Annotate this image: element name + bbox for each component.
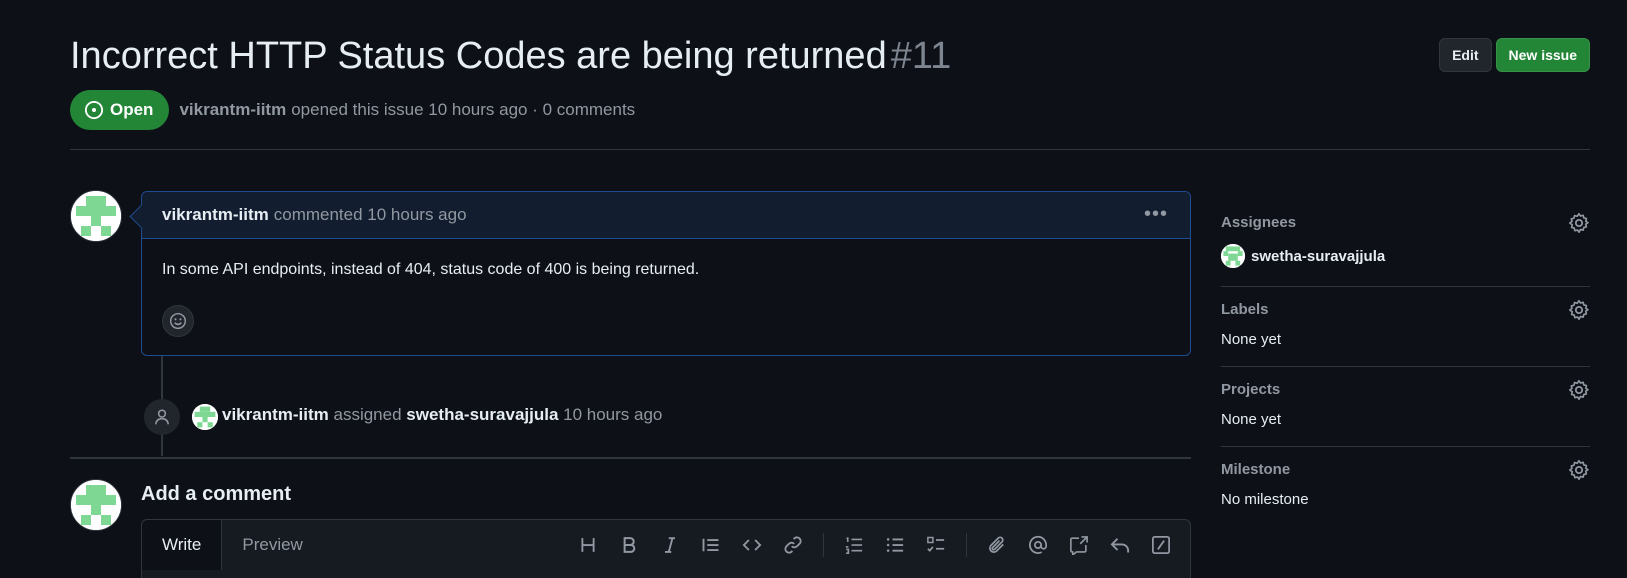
timeline-divider — [70, 457, 1191, 459]
comment-editor: Write Preview — [141, 519, 1191, 578]
numbered-list-icon[interactable] — [843, 534, 865, 556]
identicon-avatar-icon — [71, 480, 121, 530]
event-timestamp[interactable]: 10 hours ago — [563, 405, 662, 424]
identicon-avatar-icon — [192, 404, 218, 430]
link-icon[interactable] — [782, 534, 804, 556]
issue-open-icon — [84, 100, 104, 120]
toolbar-separator — [823, 533, 824, 557]
event-actor-link[interactable]: vikrantm-iitm — [222, 405, 329, 424]
toolbar-separator — [966, 533, 967, 557]
cross-reference-icon[interactable] — [1068, 534, 1090, 556]
assignee-avatar — [1221, 244, 1245, 268]
tab-write[interactable]: Write — [142, 520, 223, 570]
add-reaction-button[interactable] — [162, 305, 194, 337]
quote-icon[interactable] — [700, 534, 722, 556]
sidebar-projects-value: None yet — [1221, 411, 1282, 428]
gear-icon[interactable] — [1568, 299, 1590, 321]
issue-header: Incorrect HTTP Status Codes are being re… — [70, 28, 1590, 130]
sidebar-milestone-value: No milestone — [1221, 491, 1309, 508]
assignee-name[interactable]: swetha-suravajjula — [1251, 248, 1385, 265]
comment-timestamp[interactable]: commented 10 hours ago — [274, 205, 467, 225]
code-icon[interactable] — [741, 534, 763, 556]
reply-icon[interactable] — [1109, 534, 1131, 556]
current-user-avatar[interactable] — [70, 479, 122, 531]
identicon-avatar-icon — [1221, 244, 1245, 268]
gear-icon[interactable] — [1568, 212, 1590, 234]
sidebar-assignees: Assignees swetha-suravajjula — [1221, 200, 1590, 287]
issue-number: #11 — [890, 35, 952, 77]
issue-title: Incorrect HTTP Status Codes are being re… — [70, 28, 951, 84]
tab-preview[interactable]: Preview — [222, 520, 322, 570]
sidebar-assignees-label: Assignees — [1221, 214, 1297, 231]
issue-comment: vikrantm-iitm commented 10 hours ago •••… — [141, 191, 1191, 356]
sidebar-labels-label: Labels — [1221, 301, 1269, 318]
smiley-icon — [169, 312, 187, 330]
assigned-event-text: vikrantm-iitm assigned swetha-suravajjul… — [222, 405, 662, 425]
mention-icon[interactable] — [1027, 534, 1049, 556]
person-icon — [155, 409, 169, 425]
sidebar-milestone: Milestone No milestone — [1221, 447, 1590, 526]
sidebar-labels: Labels None yet — [1221, 287, 1590, 367]
header-divider — [70, 149, 1590, 150]
sidebar-projects-label: Projects — [1221, 381, 1281, 398]
kebab-menu-icon[interactable]: ••• — [1144, 204, 1168, 224]
gear-icon[interactable] — [1568, 459, 1590, 481]
sidebar-projects: Projects None yet — [1221, 367, 1590, 447]
event-action: assigned — [333, 405, 402, 424]
italic-icon[interactable] — [659, 534, 681, 556]
bulleted-list-icon[interactable] — [884, 534, 906, 556]
task-list-icon[interactable] — [925, 534, 947, 556]
issue-meta: Open vikrantm-iitm opened this issue 10 … — [70, 90, 1590, 130]
comment-author-avatar[interactable] — [70, 190, 122, 242]
status-badge: Open — [70, 90, 170, 130]
comment-author-link[interactable]: vikrantm-iitm — [162, 205, 269, 225]
assignee-item[interactable]: swetha-suravajjula — [1221, 244, 1590, 268]
bold-icon[interactable] — [618, 534, 640, 556]
slash-command-icon[interactable] — [1150, 534, 1172, 556]
new-issue-button[interactable]: New issue — [1495, 38, 1590, 72]
add-comment-title: Add a comment — [141, 483, 292, 505]
sidebar-labels-value: None yet — [1221, 331, 1282, 348]
header-actions: Edit New issue — [1439, 38, 1590, 72]
issue-title-text: Incorrect HTTP Status Codes are being re… — [70, 35, 887, 77]
event-target-link[interactable]: swetha-suravajjula — [406, 405, 558, 424]
issue-meta-text: opened this issue 10 hours ago · 0 comme… — [291, 100, 636, 119]
issue-author-link[interactable]: vikrantm-iitm — [179, 100, 286, 120]
status-badge-label: Open — [110, 100, 154, 119]
issue-sidebar: Assignees swetha-suravajjula Labels None… — [1221, 200, 1590, 526]
edit-button[interactable]: Edit — [1439, 38, 1492, 72]
comment-body: In some API endpoints, instead of 404, s… — [162, 261, 700, 278]
gear-icon[interactable] — [1568, 379, 1590, 401]
attach-icon[interactable] — [986, 534, 1008, 556]
sidebar-milestone-label: Milestone — [1221, 461, 1291, 478]
event-actor-avatar[interactable] — [192, 404, 218, 430]
heading-icon[interactable] — [577, 534, 599, 556]
assigned-event-badge — [144, 399, 180, 435]
markdown-toolbar — [577, 533, 1172, 557]
comment-header: vikrantm-iitm commented 10 hours ago ••• — [142, 192, 1190, 239]
identicon-avatar-icon — [71, 191, 121, 241]
